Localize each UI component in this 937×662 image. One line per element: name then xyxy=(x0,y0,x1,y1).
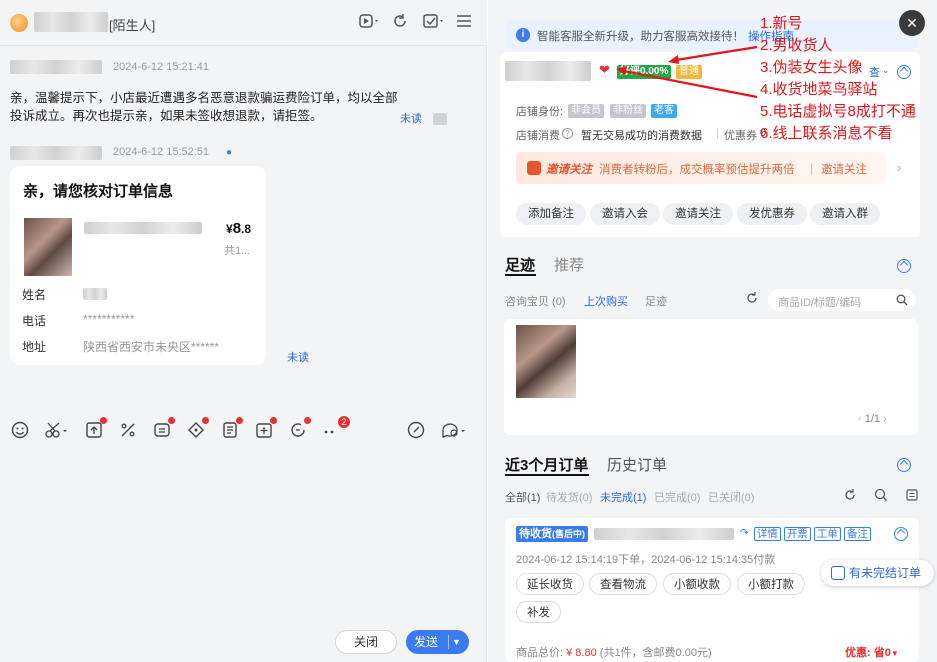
annotation-4: 4.收货地菜鸟驿站 xyxy=(760,81,878,98)
annotation-3: 3.伪装女生头像 xyxy=(760,59,863,76)
annotation-arrow xyxy=(623,69,758,99)
arrowhead xyxy=(616,66,627,75)
annotation-5: 5.电话虚拟号8成打不通 xyxy=(760,103,916,120)
annotation-arrow xyxy=(675,45,758,62)
annotation-1: 1.新号 xyxy=(760,15,803,32)
arrowhead xyxy=(668,55,679,64)
annotation-6: 6.线上联系消息不看 xyxy=(760,125,893,142)
annotation-2: 2.男收货人 xyxy=(760,37,833,54)
